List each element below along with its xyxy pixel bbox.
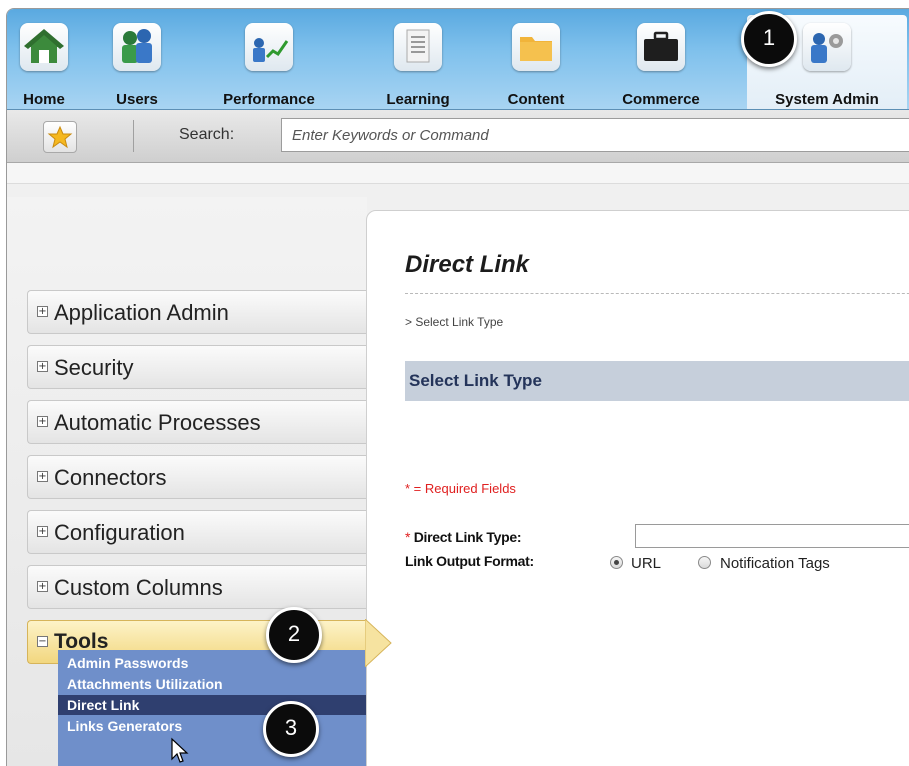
sidebar-section-custom-columns[interactable]: + Custom Columns — [27, 565, 367, 609]
expand-icon: + — [37, 581, 48, 592]
sidebar-section-label: Automatic Processes — [54, 410, 261, 435]
sidebar-section-automatic-processes[interactable]: + Automatic Processes — [27, 400, 367, 444]
toolbar-spacer — [7, 163, 909, 184]
search-toolbar: Search: — [7, 110, 909, 163]
nav-item-home[interactable]: Home — [13, 15, 75, 109]
nav-item-users[interactable]: Users — [107, 15, 167, 109]
submenu-item-links-generators[interactable]: Links Generators — [58, 716, 367, 736]
sidebar-section-connectors[interactable]: + Connectors — [27, 455, 367, 499]
sidebar-section-application-admin[interactable]: + Application Admin — [27, 290, 367, 334]
expand-icon: + — [37, 361, 48, 372]
folder-icon — [512, 23, 560, 71]
favorites-button[interactable] — [43, 121, 77, 153]
learning-icon — [394, 23, 442, 71]
page-title: Direct Link — [405, 251, 530, 278]
briefcase-icon — [637, 23, 685, 71]
expand-icon: + — [37, 526, 48, 537]
nav-item-performance[interactable]: Performance — [205, 15, 333, 109]
sidebar-section-label: Custom Columns — [54, 575, 223, 600]
search-input[interactable] — [281, 118, 909, 152]
expand-icon: + — [37, 416, 48, 427]
home-icon — [20, 23, 68, 71]
toolbar-divider — [133, 120, 134, 152]
collapse-icon: − — [37, 636, 48, 647]
sidebar: + Application Admin + Security + Automat… — [7, 197, 367, 766]
nav-item-content[interactable]: Content — [493, 15, 579, 109]
nav-label-commerce: Commerce — [622, 91, 700, 108]
direct-link-type-text: Direct Link Type: — [413, 529, 522, 545]
sidebar-section-label: Configuration — [54, 520, 185, 545]
section-header: Select Link Type — [405, 361, 909, 401]
sidebar-section-label: Connectors — [54, 465, 167, 490]
required-star: * — [405, 529, 411, 545]
expand-icon: + — [37, 306, 48, 317]
submenu-item-attachments-utilization[interactable]: Attachments Utilization — [58, 674, 367, 694]
direct-link-type-field[interactable] — [635, 524, 909, 548]
sidebar-section-label: Application Admin — [54, 300, 229, 325]
performance-icon — [245, 23, 293, 71]
direct-link-type-label: * Direct Link Type: — [405, 529, 522, 545]
submenu-item-admin-passwords[interactable]: Admin Passwords — [58, 653, 367, 673]
search-label: Search: — [179, 126, 235, 143]
nav-item-learning[interactable]: Learning — [373, 15, 463, 109]
radio-url-label: URL — [631, 555, 662, 572]
callout-step-2: 2 — [266, 607, 322, 663]
breadcrumb: > Select Link Type — [405, 315, 504, 329]
submenu-item-direct-link[interactable]: Direct Link — [58, 695, 367, 715]
nav-item-commerce[interactable]: Commerce — [607, 15, 715, 109]
sidebar-section-label: Security — [54, 355, 134, 380]
mouse-cursor-icon — [171, 737, 189, 763]
sidebar-section-configuration[interactable]: + Configuration — [27, 510, 367, 554]
app-window: Home Users Performance Learning Content … — [6, 8, 909, 766]
tools-pointer-arrow — [365, 619, 392, 667]
title-divider — [405, 293, 909, 294]
callout-step-3: 3 — [263, 701, 319, 757]
expand-icon: + — [37, 471, 48, 482]
main-content: Direct Link > Select Link Type Select Li… — [366, 210, 909, 766]
nav-label-learning: Learning — [386, 91, 450, 108]
nav-label-users: Users — [116, 91, 158, 108]
nav-label-system-admin: System Admin — [775, 91, 879, 108]
tools-submenu: Admin Passwords Attachments Utilization … — [58, 650, 367, 766]
callout-step-1: 1 — [741, 11, 797, 67]
required-fields-note: * = Required Fields — [405, 481, 516, 496]
link-output-format-label: Link Output Format: — [405, 553, 534, 569]
radio-url[interactable] — [610, 556, 623, 569]
radio-notification-tags-label: Notification Tags — [720, 555, 830, 572]
nav-label-content: Content — [507, 91, 565, 108]
admin-gear-icon — [803, 23, 851, 71]
section-header-title: Select Link Type — [409, 371, 542, 390]
nav-label-performance: Performance — [223, 91, 315, 108]
users-icon — [113, 23, 161, 71]
star-icon — [47, 125, 73, 149]
radio-notification-tags[interactable] — [698, 556, 711, 569]
nav-label-home: Home — [23, 91, 65, 108]
sidebar-section-security[interactable]: + Security — [27, 345, 367, 389]
